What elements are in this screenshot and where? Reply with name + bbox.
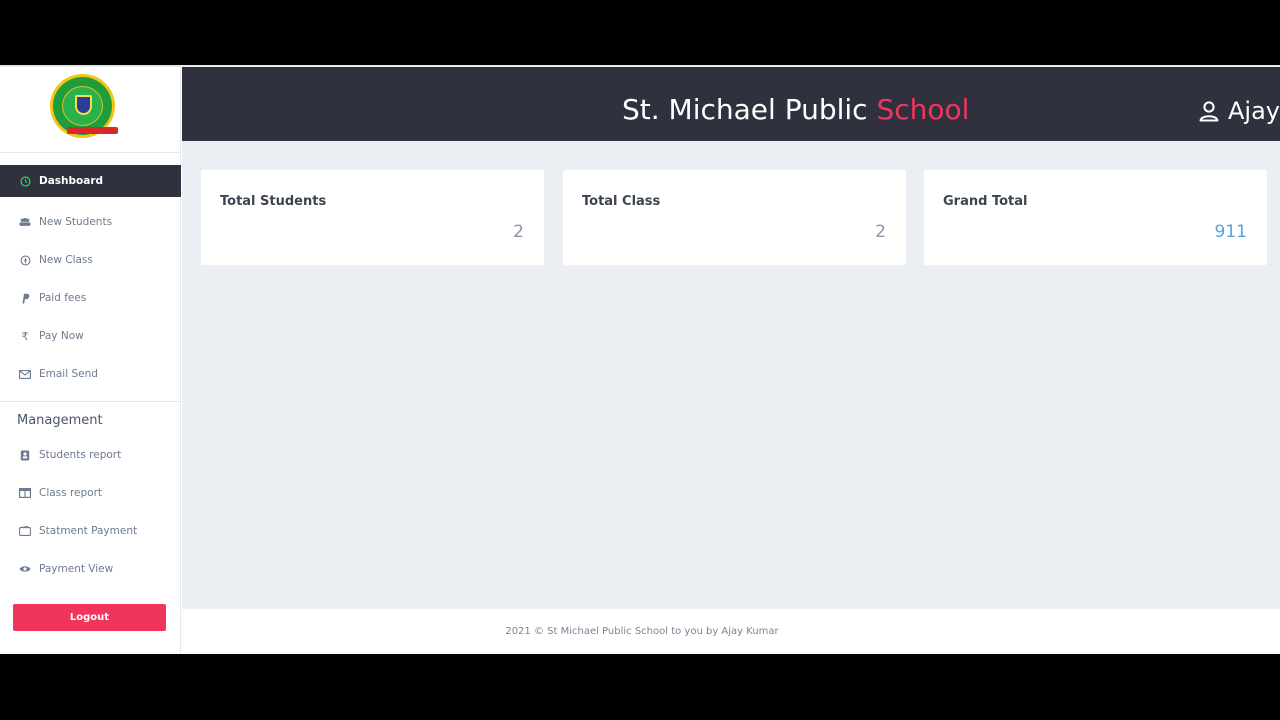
school-logo[interactable] [50,74,118,138]
sidebar-item-class-report[interactable]: Class report [0,474,181,512]
card-value: 2 [875,222,886,242]
card-value: 911 [1214,222,1247,242]
sidebar-item-label: Payment View [39,563,114,575]
stat-card-total-class: Total Class 2 [563,170,906,265]
sidebar-item-new-students[interactable]: New Students [0,203,181,241]
sidebar-item-label: Students report [39,449,122,461]
logout-button[interactable]: Logout [13,604,166,631]
sidebar-item-dashboard[interactable]: Dashboard [0,165,181,197]
card-title: Total Class [582,194,661,209]
footer-text: 2021 © St Michael Public School to you b… [505,626,779,637]
users-icon [19,216,31,228]
envelope-icon [19,368,31,380]
table-icon [19,487,31,499]
stat-card-total-students: Total Students 2 [201,170,544,265]
stat-card-grand-total: Grand Total 911 [924,170,1267,265]
brand-accent: School [876,93,970,126]
rupee-icon: ₹ [21,329,29,343]
management-menu: Students report Class report Statment Pa… [0,436,181,588]
management-heading: Management [17,413,103,428]
sidebar-item-label: New Students [39,216,113,228]
wallet-icon [19,525,31,537]
sidebar-item-pay-now[interactable]: ₹ Pay Now [0,317,181,355]
compass-icon [19,254,31,266]
user-menu[interactable]: Ajay [1198,97,1280,125]
clock-icon [19,175,31,187]
sidebar-item-label: Class report [39,487,103,499]
brand-main: St. Michael Public [622,93,868,126]
sidebar-item-paid-fees[interactable]: Paid fees [0,279,181,317]
card-value: 2 [513,222,524,242]
card-title: Grand Total [943,194,1028,209]
page-title: St. Michael Public School [622,93,969,126]
contact-book-icon [19,449,31,461]
sidebar-item-label: Dashboard [39,175,104,187]
logo-shield-icon [75,95,92,115]
user-name: Ajay [1228,97,1280,125]
card-title: Total Students [220,194,327,209]
sidebar-item-label: Paid fees [39,292,87,304]
sidebar-item-label: New Class [39,254,93,266]
sidebar-item-email-send[interactable]: Email Send [0,355,181,393]
footer: 2021 © St Michael Public School to you b… [182,609,1280,654]
eye-icon [19,563,31,575]
sidebar: Dashboard New Students New Class Paid fe… [0,67,181,654]
logo-area [0,67,181,153]
app-frame: Dashboard New Students New Class Paid fe… [0,67,1280,654]
sidebar-item-label: Pay Now [39,330,84,342]
sidebar-item-statment-payment[interactable]: Statment Payment [0,512,181,550]
top-header: St. Michael Public School Ajay [182,67,1280,141]
main-menu: Dashboard New Students New Class Paid fe… [0,165,181,393]
sidebar-divider [0,401,181,402]
sidebar-item-payment-view[interactable]: Payment View [0,550,181,588]
logo-ribbon [67,127,118,134]
paypal-icon [19,292,31,304]
main-content: Total Students 2 Total Class 2 Grand Tot… [182,141,1280,609]
user-icon [1199,101,1219,122]
sidebar-item-new-class[interactable]: New Class [0,241,181,279]
logo-emblem [62,86,118,134]
sidebar-item-label: Email Send [39,368,98,380]
sidebar-item-label: Statment Payment [39,525,138,537]
sidebar-item-students-report[interactable]: Students report [0,436,181,474]
